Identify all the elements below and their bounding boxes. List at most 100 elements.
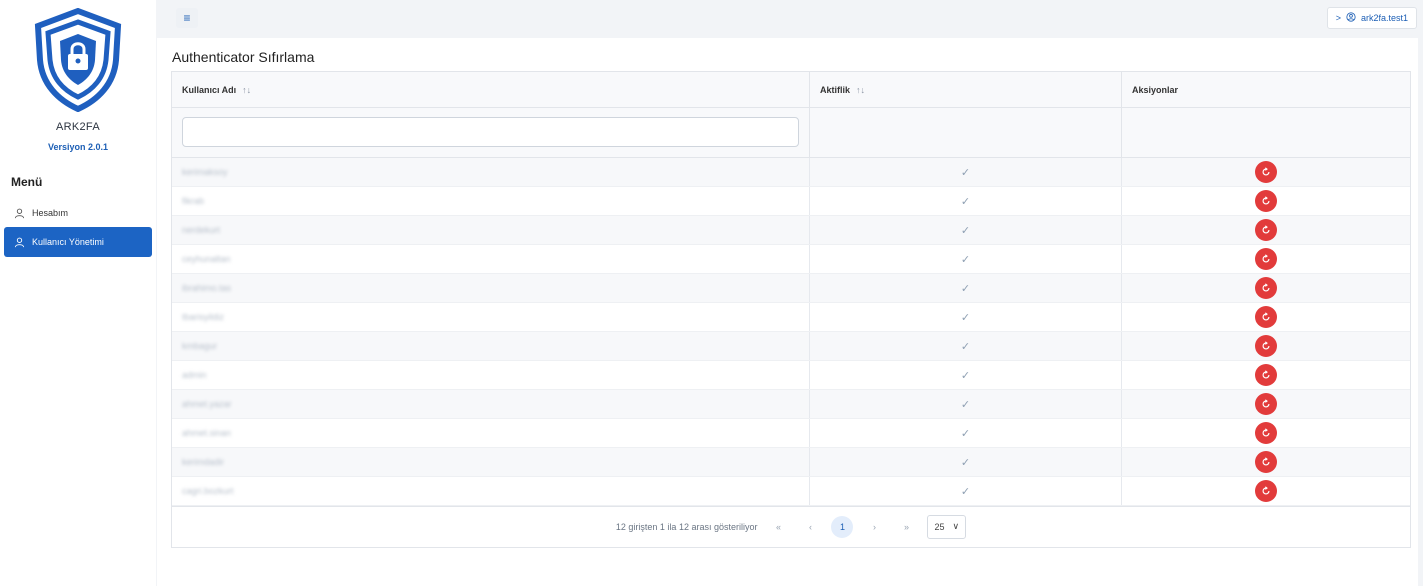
refresh-icon bbox=[1262, 399, 1270, 408]
reset-authenticator-button[interactable] bbox=[1255, 277, 1277, 299]
username-cell: ahmet.sinan bbox=[172, 419, 810, 447]
refresh-icon bbox=[1262, 225, 1270, 234]
refresh-icon bbox=[1262, 428, 1270, 437]
active-cell: ✓ bbox=[810, 216, 1122, 244]
check-icon: ✓ bbox=[960, 398, 971, 411]
check-icon: ✓ bbox=[960, 456, 971, 469]
reset-authenticator-button[interactable] bbox=[1255, 306, 1277, 328]
refresh-icon bbox=[1262, 167, 1270, 176]
reset-authenticator-button[interactable] bbox=[1255, 335, 1277, 357]
username-cell: admin bbox=[172, 361, 810, 389]
filter-row bbox=[172, 108, 1410, 158]
app-name: ARK2FA bbox=[56, 121, 100, 133]
menu-title: Menü bbox=[11, 175, 43, 189]
reset-authenticator-button[interactable] bbox=[1255, 190, 1277, 212]
column-header-aksiyonlar: Aksiyonlar bbox=[1132, 84, 1179, 95]
active-cell: ✓ bbox=[810, 332, 1122, 360]
username-text: fikrab bbox=[182, 196, 205, 206]
per-page-value: 25 bbox=[934, 521, 945, 532]
menu-toggle-button[interactable]: ≡ bbox=[176, 8, 198, 28]
username-text: ahmet.yazar bbox=[182, 399, 232, 409]
username-cell: cagri.bozkurt bbox=[172, 477, 810, 505]
username-cell: nerdekurt bbox=[172, 216, 810, 244]
username-text: nerdekurt bbox=[182, 225, 221, 235]
first-page-button[interactable]: « bbox=[767, 516, 789, 538]
per-page-select[interactable]: 25 ∨ bbox=[927, 514, 967, 539]
check-icon: ✓ bbox=[960, 282, 971, 295]
user-circle-icon bbox=[1346, 12, 1356, 24]
actions-cell bbox=[1122, 274, 1410, 302]
reset-authenticator-button[interactable] bbox=[1255, 480, 1277, 502]
sidebar-item-kullanici-yonetimi[interactable]: Kullanıcı Yönetimi bbox=[4, 227, 152, 257]
reset-authenticator-button[interactable] bbox=[1255, 219, 1277, 241]
page-title: Authenticator Sıfırlama bbox=[172, 49, 315, 65]
user-icon bbox=[12, 206, 26, 220]
username-label: ark2fa.test1 bbox=[1360, 13, 1408, 23]
actions-cell bbox=[1122, 477, 1410, 505]
reset-authenticator-button[interactable] bbox=[1255, 451, 1277, 473]
active-cell: ✓ bbox=[810, 158, 1122, 186]
user-menu-button[interactable]: > ark2fa.test1 bbox=[1326, 7, 1417, 29]
refresh-icon bbox=[1262, 341, 1270, 350]
app-version: Versiyon 2.0.1 bbox=[47, 142, 109, 152]
chevron-down-icon: ∨ bbox=[952, 521, 960, 531]
check-icon: ✓ bbox=[960, 369, 971, 382]
actions-cell bbox=[1122, 332, 1410, 360]
page-1-button[interactable]: 1 bbox=[831, 515, 854, 538]
active-cell: ✓ bbox=[810, 245, 1122, 273]
prev-page-button[interactable]: ‹ bbox=[799, 516, 821, 538]
username-filter-input[interactable] bbox=[182, 117, 799, 147]
table-row: kerimaksoy ✓ bbox=[172, 158, 1410, 187]
active-cell: ✓ bbox=[810, 448, 1122, 476]
column-header-kullanici-adi[interactable]: Kullanıcı Adı ↑↓ bbox=[172, 72, 810, 107]
sort-icon: ↑↓ bbox=[856, 84, 866, 95]
username-text: ceyhunaltan bbox=[182, 254, 231, 264]
username-cell: ceyhunaltan bbox=[172, 245, 810, 273]
column-header-aktiflik[interactable]: Aktiflik ↑↓ bbox=[810, 72, 1122, 107]
next-page-button[interactable]: › bbox=[863, 516, 885, 538]
pagination: 12 girişten 1 ila 12 arası gösteriliyor … bbox=[171, 506, 1411, 548]
reset-authenticator-button[interactable] bbox=[1255, 393, 1277, 415]
check-icon: ✓ bbox=[960, 224, 971, 237]
refresh-icon bbox=[1262, 370, 1270, 379]
username-cell: tbarisyildiz bbox=[172, 303, 810, 331]
table-body: kerimaksoy ✓ fikrab ✓ nerdekurt ✓ ceyhunaltan ✓… bbox=[172, 158, 1410, 506]
pagination-summary: 12 girişten 1 ila 12 arası gösteriliyor bbox=[615, 521, 758, 532]
hamburger-icon: ≡ bbox=[183, 11, 191, 25]
username-text: tbarisyildiz bbox=[182, 312, 225, 322]
active-cell: ✓ bbox=[810, 419, 1122, 447]
table-row: tbarisyildiz ✓ bbox=[172, 303, 1410, 332]
username-text: ibrahimo.tas bbox=[182, 283, 232, 293]
refresh-icon bbox=[1262, 254, 1270, 263]
actions-cell bbox=[1122, 158, 1410, 186]
reset-authenticator-button[interactable] bbox=[1255, 364, 1277, 386]
active-cell: ✓ bbox=[810, 187, 1122, 215]
table-row: ibrahimo.tas ✓ bbox=[172, 274, 1410, 303]
actions-cell bbox=[1122, 245, 1410, 273]
actions-cell bbox=[1122, 390, 1410, 418]
last-page-button[interactable]: » bbox=[895, 516, 917, 538]
sidebar-item-hesabim[interactable]: Hesabım bbox=[4, 198, 152, 228]
refresh-icon bbox=[1262, 457, 1270, 466]
table-row: cagri.bozkurt ✓ bbox=[172, 477, 1410, 506]
actions-cell bbox=[1122, 216, 1410, 244]
username-text: kmbagur bbox=[182, 341, 218, 351]
check-icon: ✓ bbox=[960, 195, 971, 208]
reset-authenticator-button[interactable] bbox=[1255, 161, 1277, 183]
shield-logo-icon bbox=[32, 7, 124, 113]
check-icon: ✓ bbox=[960, 311, 971, 324]
table-row: ahmet.sinan ✓ bbox=[172, 419, 1410, 448]
check-icon: ✓ bbox=[960, 427, 971, 440]
username-cell: ahmet.yazar bbox=[172, 390, 810, 418]
active-cell: ✓ bbox=[810, 477, 1122, 505]
table-row: kerimdadir ✓ bbox=[172, 448, 1410, 477]
refresh-icon bbox=[1262, 283, 1270, 292]
active-cell: ✓ bbox=[810, 274, 1122, 302]
check-icon: ✓ bbox=[960, 253, 971, 266]
reset-authenticator-button[interactable] bbox=[1255, 422, 1277, 444]
reset-authenticator-button[interactable] bbox=[1255, 248, 1277, 270]
sort-icon: ↑↓ bbox=[242, 84, 252, 95]
refresh-icon bbox=[1262, 196, 1270, 205]
sidebar-item-label: Hesabım bbox=[32, 208, 69, 218]
active-cell: ✓ bbox=[810, 303, 1122, 331]
